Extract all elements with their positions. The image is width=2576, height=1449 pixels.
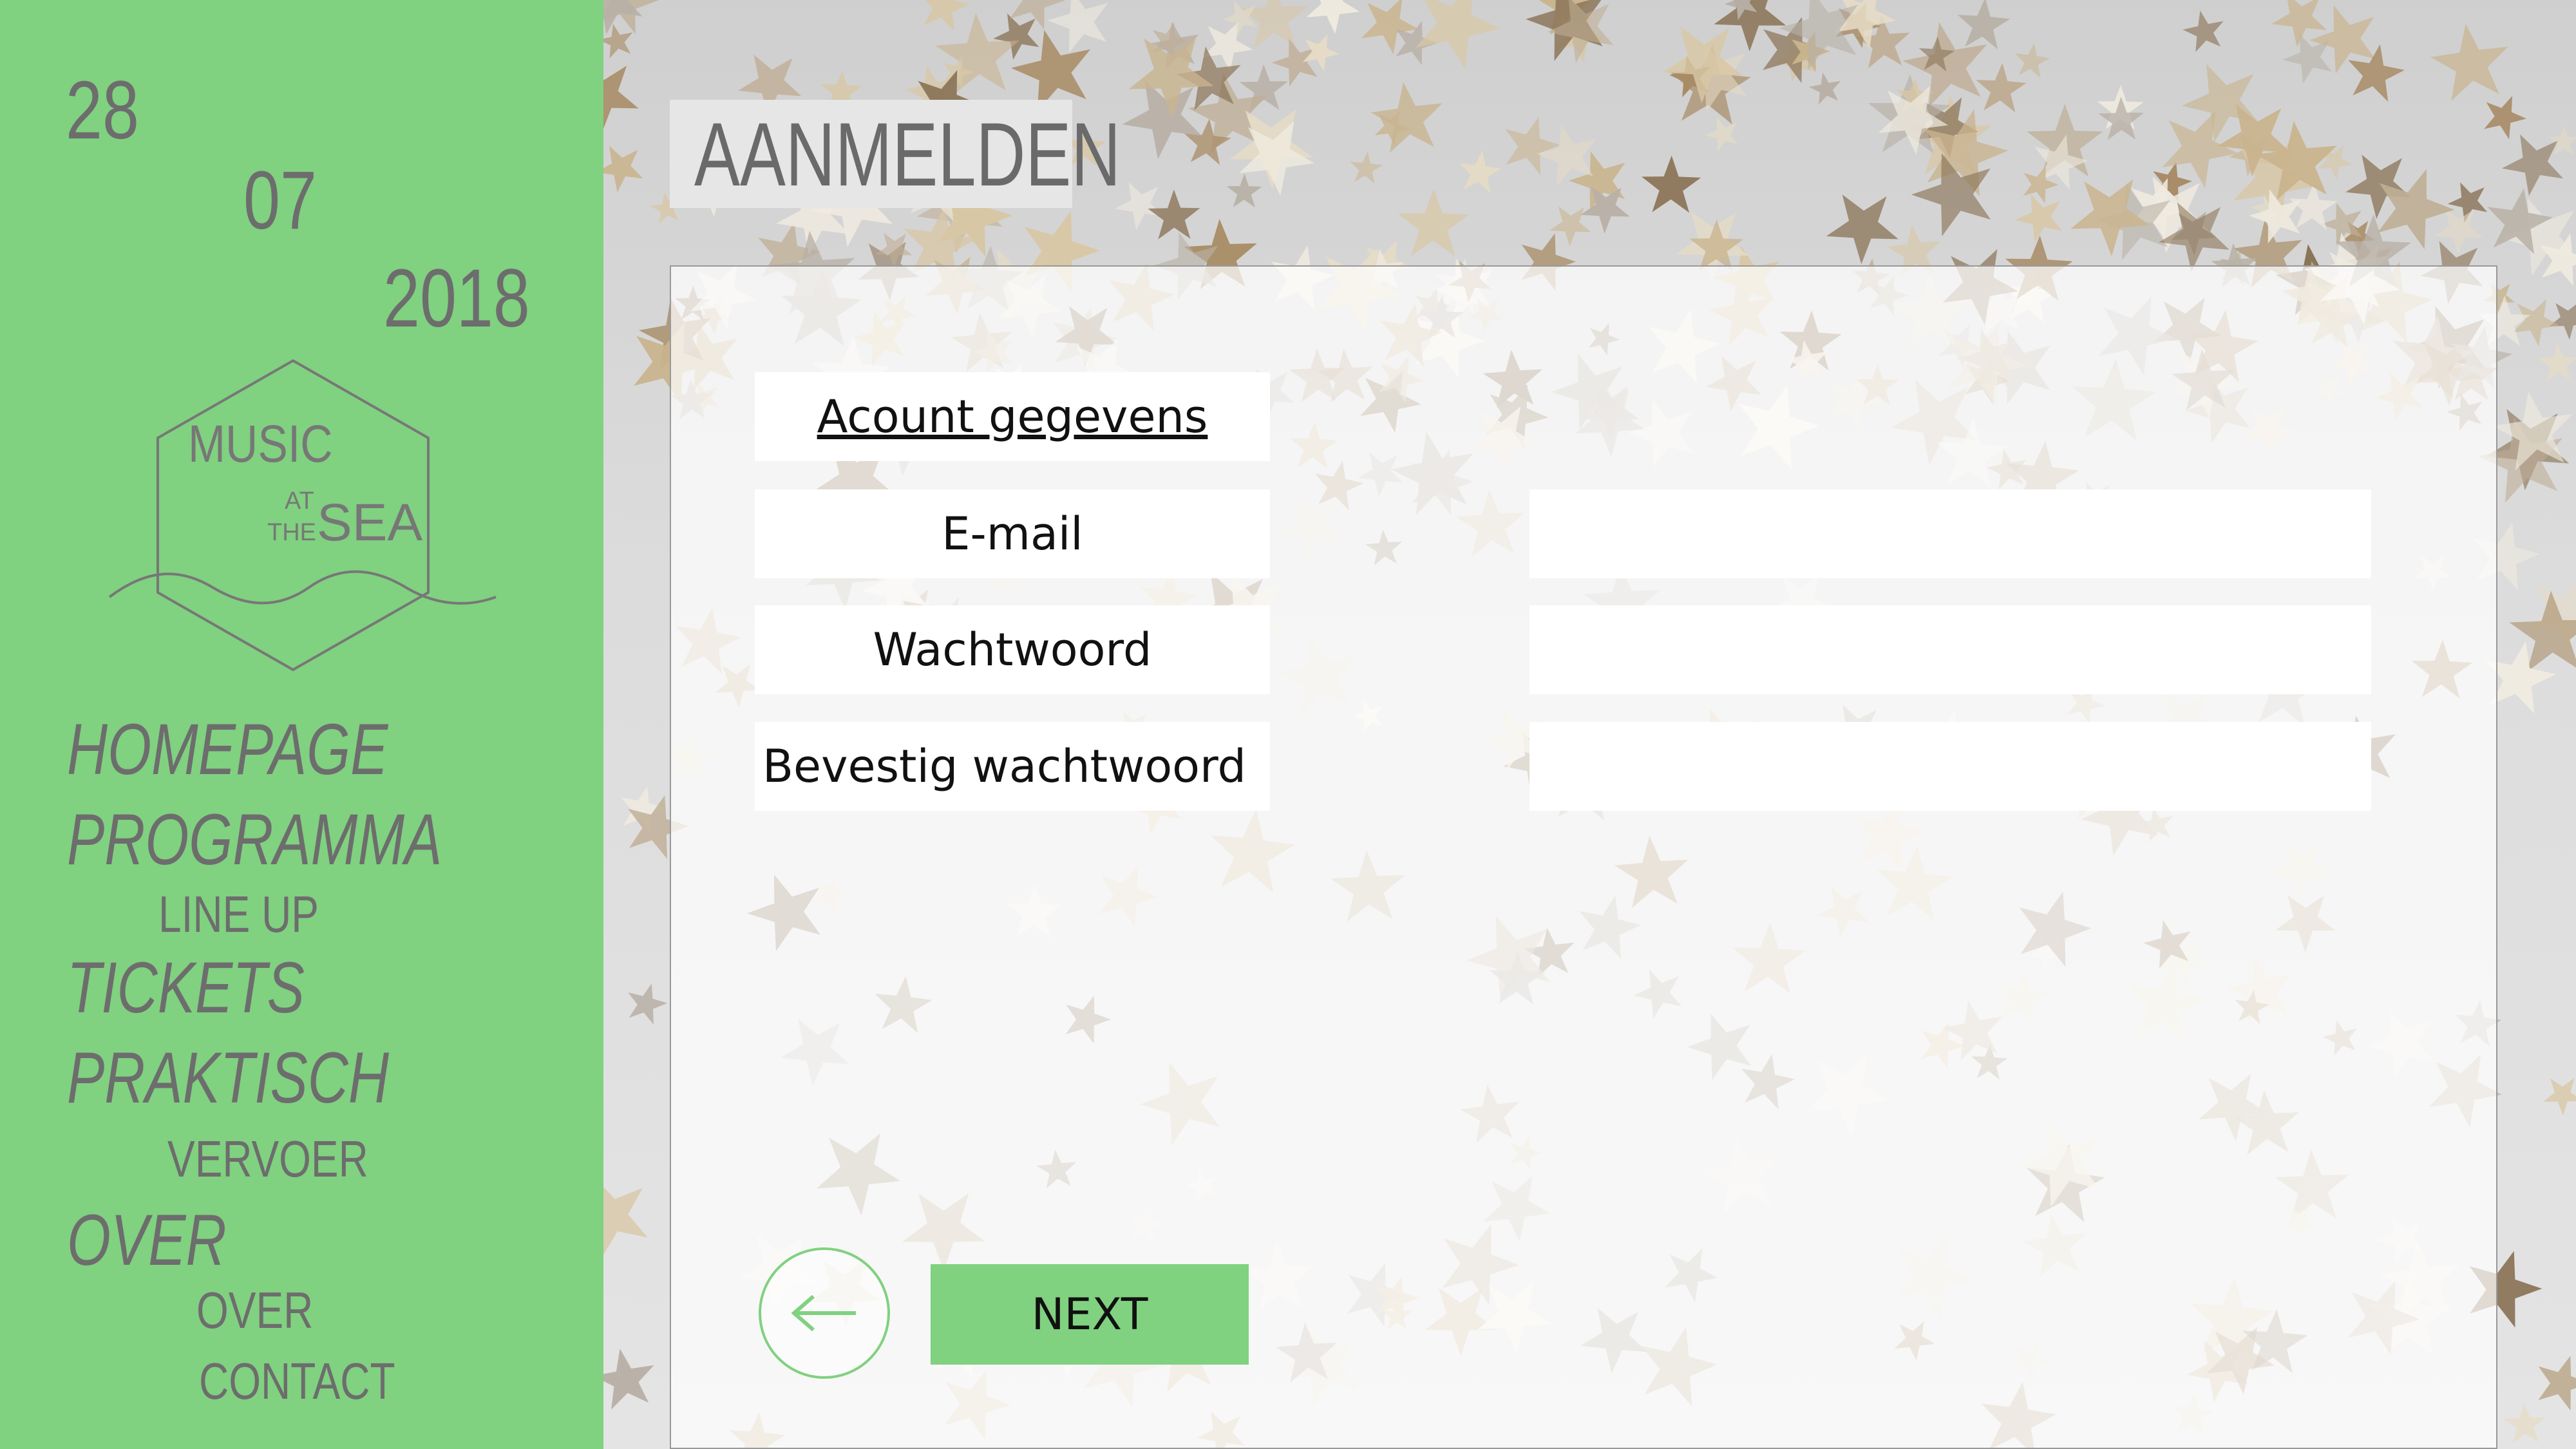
music-at-the-sea-logo[interactable]: MUSIC AT THE SEA (103, 355, 502, 677)
logo-text-music: MUSIC (188, 415, 333, 474)
next-button[interactable]: NEXT (931, 1264, 1249, 1365)
sidebar: 28 07 2018 MUSIC AT THE SEA HOMEPAGE PRO… (0, 0, 603, 1449)
date-day: 28 (66, 64, 139, 156)
email-label: E-mail (755, 489, 1270, 578)
confirm-password-field[interactable] (1530, 722, 2371, 811)
nav-tickets[interactable]: TICKETS (67, 952, 305, 1024)
arrow-left-icon (791, 1294, 856, 1332)
logo-text-at: AT (285, 488, 314, 515)
confirm-password-label: Bevestig wachtwoord (755, 722, 1270, 811)
password-field[interactable] (1530, 605, 2371, 694)
nav-lineup[interactable]: LINE UP (158, 889, 319, 940)
nav-contact[interactable]: CONTACT (199, 1356, 395, 1407)
nav-over[interactable]: OVER (67, 1204, 227, 1276)
nav-vervoer[interactable]: VERVOER (167, 1133, 368, 1185)
logo-text-sea: SEA (317, 493, 422, 552)
password-label: Wachtwoord (755, 605, 1270, 694)
nav-praktisch[interactable]: PRAKTISCH (67, 1042, 389, 1114)
section-title-account: Acount gegevens (755, 372, 1270, 461)
nav-over-sub[interactable]: OVER (196, 1285, 313, 1336)
page-title: AANMELDEN (694, 104, 1121, 205)
nav-programma[interactable]: PROGRAMMA (67, 804, 442, 876)
logo-text-the: THE (267, 519, 316, 546)
email-field[interactable] (1530, 489, 2371, 578)
date-month: 07 (243, 155, 317, 247)
back-button[interactable] (759, 1247, 890, 1379)
nav-homepage[interactable]: HOMEPAGE (67, 714, 388, 786)
date-year: 2018 (383, 252, 530, 345)
